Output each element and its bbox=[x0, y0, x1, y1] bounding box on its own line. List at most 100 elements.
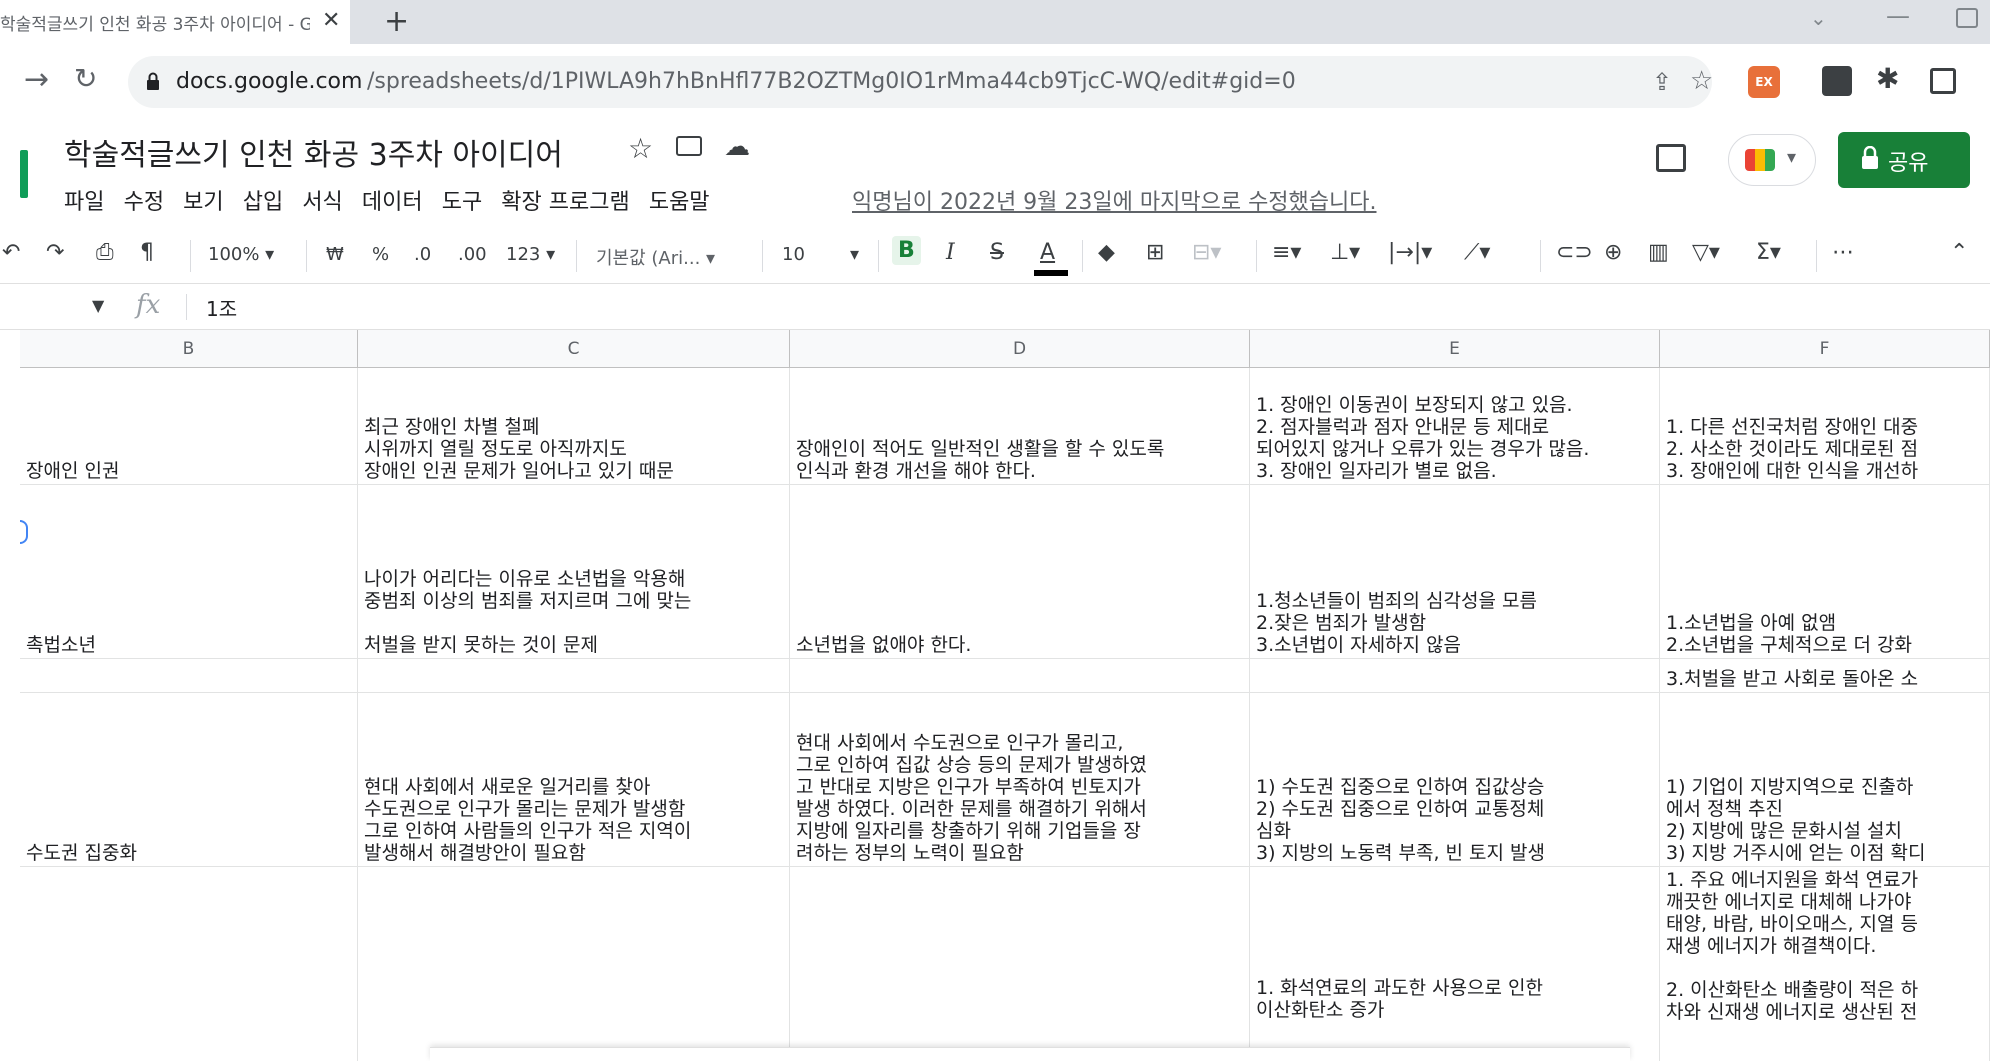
menu-edit[interactable]: 수정 bbox=[124, 184, 164, 216]
menu-view[interactable]: 보기 bbox=[183, 184, 223, 216]
share-page-icon[interactable]: ⇪ bbox=[1652, 68, 1672, 96]
extension-icon[interactable]: EX bbox=[1748, 66, 1780, 98]
table-cell[interactable]: 현대 사회에서 수도권으로 인구가 몰리고, 그로 인하여 집값 상승 등의 문… bbox=[790, 693, 1250, 866]
minimize-icon[interactable]: — bbox=[1886, 2, 1910, 30]
comments-icon[interactable] bbox=[1656, 144, 1686, 172]
table-cell[interactable]: 촉법소년 bbox=[20, 485, 358, 658]
collapse-menu-icon[interactable]: ⌃ bbox=[1950, 240, 1968, 265]
merge-cells-icon[interactable]: ⊟▾ bbox=[1192, 240, 1221, 265]
menu-insert[interactable]: 삽입 bbox=[243, 184, 283, 216]
column-header-e[interactable]: E bbox=[1250, 330, 1660, 368]
font-size-chevron-icon[interactable]: ▾ bbox=[850, 244, 859, 265]
formula-input[interactable]: 1조 bbox=[206, 293, 237, 322]
extensions-puzzle-icon[interactable]: ✱ bbox=[1876, 62, 1899, 95]
new-tab-icon[interactable]: + bbox=[384, 4, 409, 39]
column-header-d[interactable]: D bbox=[790, 330, 1250, 368]
docs-header: 학술적글쓰기 인천 화공 3주차 아이디어 ☆ ☁ 파일 수정 보기 삽입 서식… bbox=[0, 120, 1990, 228]
document-title[interactable]: 학술적글쓰기 인천 화공 3주차 아이디어 bbox=[64, 130, 563, 174]
insert-chart-icon[interactable]: ▥ bbox=[1648, 240, 1669, 265]
star-icon[interactable]: ☆ bbox=[628, 132, 653, 165]
meet-button[interactable]: ▾ bbox=[1728, 134, 1816, 186]
table-cell[interactable] bbox=[20, 659, 358, 692]
table-cell[interactable] bbox=[1250, 659, 1660, 692]
menu-file[interactable]: 파일 bbox=[64, 184, 104, 216]
fill-color-icon[interactable]: ◆ bbox=[1098, 240, 1115, 265]
increase-decimal-button[interactable]: .00 bbox=[458, 244, 487, 265]
menu-extensions[interactable]: 확장 프로그램 bbox=[501, 184, 629, 216]
bookmark-star-icon[interactable]: ☆ bbox=[1690, 66, 1713, 96]
percent-format-button[interactable]: % bbox=[372, 244, 389, 265]
back-icon[interactable]: → bbox=[24, 62, 49, 97]
functions-icon[interactable]: Σ▾ bbox=[1756, 240, 1781, 265]
filter-icon[interactable]: ▽▾ bbox=[1692, 240, 1720, 265]
table-cell[interactable]: 장애인 인권 bbox=[20, 368, 358, 484]
url-field[interactable]: docs.google.com /spreadsheets/d/1PIWLA9h… bbox=[128, 56, 1713, 108]
lock-icon[interactable] bbox=[146, 72, 160, 90]
table-cell[interactable]: 3.처벌을 받고 사회로 돌아온 소 bbox=[1660, 659, 1990, 692]
move-folder-icon[interactable] bbox=[676, 136, 702, 156]
browser-tab[interactable]: 학술적글쓰기 인천 화공 3주차 아이디어 - Google Sheets ✕ bbox=[0, 0, 350, 44]
font-select[interactable]: 기본값 (Ari... ▾ bbox=[596, 244, 715, 270]
tab-search-icon[interactable]: ⌄ bbox=[1810, 6, 1827, 30]
name-box-chevron-icon[interactable]: ▼ bbox=[92, 296, 104, 315]
last-edit-link[interactable]: 익명님이 2022년 9월 23일에 마지막으로 수정했습니다. bbox=[852, 184, 1377, 216]
table-cell[interactable]: 장애인이 적어도 일반적인 생활을 할 수 있도록 인식과 환경 개선을 해야 … bbox=[790, 368, 1250, 484]
spreadsheet-grid[interactable]: B C D E F 장애인 인권 최근 장애인 차별 철폐 시위까지 열릴 정도… bbox=[20, 330, 1990, 1061]
borders-icon[interactable]: ⊞ bbox=[1146, 240, 1164, 265]
currency-format-button[interactable]: ₩ bbox=[326, 244, 344, 265]
text-wrap-icon[interactable]: |→|▾ bbox=[1388, 240, 1432, 265]
number-format-select[interactable]: 123 ▾ bbox=[506, 244, 555, 265]
table-cell[interactable]: 현대 사회에서 새로운 일거리를 찾아 수도권으로 인구가 몰리는 문제가 발생… bbox=[358, 693, 790, 866]
share-button[interactable]: 공유 bbox=[1838, 132, 1970, 188]
table-cell[interactable] bbox=[790, 867, 1250, 1061]
insert-link-icon[interactable]: ⊂⊃ bbox=[1556, 240, 1593, 265]
maximize-icon[interactable] bbox=[1956, 8, 1978, 28]
column-header-b[interactable]: B bbox=[20, 330, 358, 368]
tab-close-icon[interactable]: ✕ bbox=[322, 8, 340, 33]
table-cell[interactable]: 수도권 집중화 bbox=[20, 693, 358, 866]
side-panel-icon[interactable] bbox=[1930, 68, 1956, 94]
table-cell[interactable]: 1. 다른 선진국처럼 장애인 대중 2. 사소한 것이라도 제대로된 점 3.… bbox=[1660, 368, 1990, 484]
paint-format-icon[interactable]: ¶ bbox=[140, 240, 154, 265]
menu-data[interactable]: 데이터 bbox=[362, 184, 423, 216]
more-options-icon[interactable]: ⋯ bbox=[1832, 240, 1854, 265]
zoom-select[interactable]: 100% ▾ bbox=[208, 244, 274, 265]
sheets-logo[interactable] bbox=[20, 150, 28, 198]
font-size-input[interactable]: 10 bbox=[782, 244, 805, 265]
table-cell[interactable]: 나이가 어리다는 이유로 소년법을 악용해 중범죄 이상의 범죄를 저지르며 그… bbox=[358, 485, 790, 658]
cloud-status-icon[interactable]: ☁ bbox=[724, 132, 750, 162]
table-cell[interactable]: 1.청소년들이 범죄의 심각성을 모름 2.잦은 범죄가 발생함 3.소년법이 … bbox=[1250, 485, 1660, 658]
table-cell[interactable]: 1. 주요 에너지원을 화석 연료가 깨끗한 에너지로 대체해 나가야 태양, … bbox=[1660, 867, 1990, 1061]
menu-format[interactable]: 서식 bbox=[302, 184, 342, 216]
italic-button[interactable]: I bbox=[946, 240, 955, 265]
table-cell[interactable] bbox=[358, 867, 790, 1061]
vertical-align-icon[interactable]: ⊥▾ bbox=[1330, 240, 1360, 265]
decrease-decimal-button[interactable]: .0 bbox=[414, 244, 431, 265]
fx-icon: fx bbox=[136, 290, 161, 320]
text-color-button[interactable]: A bbox=[1040, 240, 1055, 265]
table-cell[interactable] bbox=[20, 867, 358, 1061]
table-cell[interactable]: 1. 장애인 이동권이 보장되지 않고 있음. 2. 점자블럭과 점자 안내문 … bbox=[1250, 368, 1660, 484]
reload-icon[interactable]: ↻ bbox=[74, 62, 97, 95]
table-cell[interactable]: 1) 기업이 지방지역으로 진출하 에서 정책 추진 2) 지방에 많은 문화시… bbox=[1660, 693, 1990, 866]
horizontal-align-icon[interactable]: ≡▾ bbox=[1272, 240, 1301, 265]
table-cell[interactable] bbox=[358, 659, 790, 692]
table-cell[interactable]: 최근 장애인 차별 철폐 시위까지 열릴 정도로 아직까지도 장애인 인권 문제… bbox=[358, 368, 790, 484]
redo-icon[interactable]: ↷ bbox=[46, 240, 64, 265]
insert-comment-icon[interactable]: ⊕ bbox=[1604, 240, 1622, 265]
extension-icon[interactable] bbox=[1822, 66, 1852, 96]
column-header-c[interactable]: C bbox=[358, 330, 790, 368]
table-cell[interactable]: 1) 수도권 집중으로 인하여 집값상승 2) 수도권 집중으로 인하여 교통정… bbox=[1250, 693, 1660, 866]
table-cell[interactable] bbox=[790, 659, 1250, 692]
print-icon[interactable]: ⎙ bbox=[96, 240, 114, 265]
strikethrough-button[interactable]: S bbox=[990, 240, 1004, 265]
menu-help[interactable]: 도움말 bbox=[649, 184, 710, 216]
column-header-f[interactable]: F bbox=[1660, 330, 1990, 368]
undo-icon[interactable]: ↶ bbox=[2, 240, 20, 265]
text-rotation-icon[interactable]: ⟋▾ bbox=[1464, 240, 1490, 265]
table-cell[interactable]: 소년법을 없애야 한다. bbox=[790, 485, 1250, 658]
bold-button[interactable]: B bbox=[892, 236, 921, 265]
menu-tools[interactable]: 도구 bbox=[442, 184, 482, 216]
table-cell[interactable]: 1. 화석연료의 과도한 사용으로 인한 이산화탄소 증가 bbox=[1250, 867, 1660, 1061]
table-cell[interactable]: 1.소년법을 아예 없앰 2.소년법을 구체적으로 더 강화 bbox=[1660, 485, 1990, 658]
